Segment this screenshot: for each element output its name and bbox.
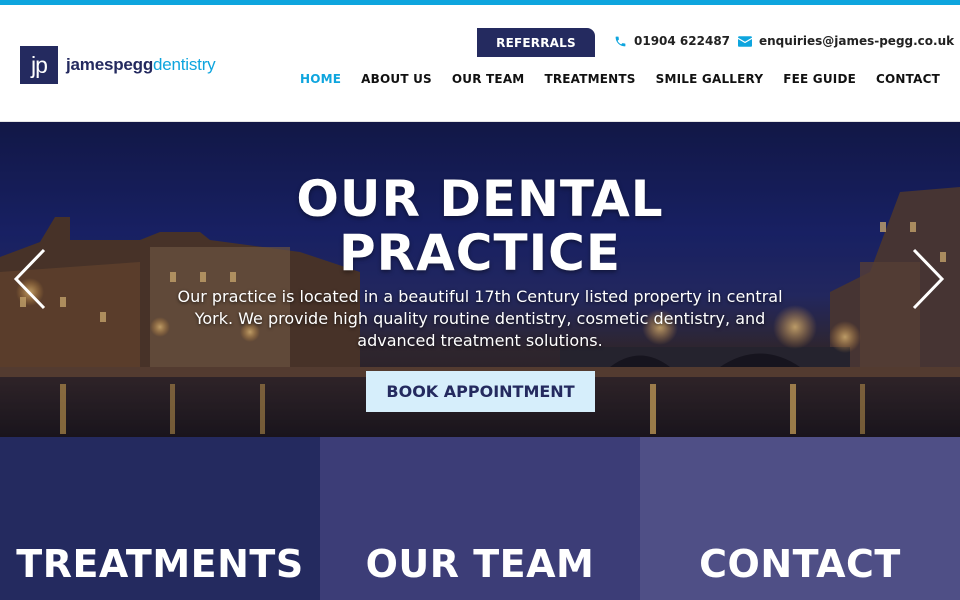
referrals-button[interactable]: REFERRALS — [477, 28, 595, 57]
site-header: jp jamespeggdentistry REFERRALS 01904 62… — [0, 5, 960, 122]
chevron-left-icon[interactable] — [10, 246, 50, 312]
logo-name-part1: jamespegg — [66, 55, 154, 74]
hero-description: Our practice is located in a beautiful 1… — [177, 287, 783, 350]
hero-title-line2: PRACTICE — [338, 224, 622, 282]
nav-item-treatments[interactable]: TREATMENTS — [544, 72, 635, 86]
nav-item-our-team[interactable]: OUR TEAM — [452, 72, 525, 86]
nav-item-home[interactable]: HOME — [300, 72, 341, 86]
tile-treatments[interactable]: TREATMENTS — [0, 437, 320, 600]
chevron-right-icon[interactable] — [908, 246, 948, 312]
hero-title: OUR DENTAL PRACTICE — [0, 172, 960, 280]
nav-item-about-us[interactable]: ABOUT US — [361, 72, 432, 86]
main-nav: HOME ABOUT US OUR TEAM TREATMENTS SMILE … — [300, 72, 940, 86]
book-appointment-button[interactable]: BOOK APPOINTMENT — [366, 371, 595, 412]
phone-icon — [615, 36, 626, 46]
phone-link[interactable]: 01904 622487 — [614, 34, 730, 48]
tile-contact[interactable]: CONTACT — [640, 437, 960, 600]
nav-item-fee-guide[interactable]: FEE GUIDE — [783, 72, 856, 86]
tile-our-team[interactable]: OUR TEAM — [320, 437, 640, 600]
tile-label: CONTACT — [699, 542, 901, 586]
tile-label: OUR TEAM — [365, 542, 595, 586]
logo-name-part2: dentistry — [153, 55, 216, 74]
envelope-icon — [738, 35, 752, 47]
hero-title-line1: OUR DENTAL — [296, 170, 664, 228]
email-link[interactable]: enquiries@james-pegg.co.uk — [738, 34, 954, 48]
nav-item-smile-gallery[interactable]: SMILE GALLERY — [656, 72, 764, 86]
feature-tiles: TREATMENTS OUR TEAM CONTACT — [0, 437, 960, 600]
logo-mark: jp — [20, 46, 58, 84]
logo-wordmark: jamespeggdentistry — [66, 55, 216, 75]
phone-number: 01904 622487 — [634, 34, 731, 48]
nav-item-contact[interactable]: CONTACT — [876, 72, 940, 86]
email-address: enquiries@james-pegg.co.uk — [759, 34, 955, 48]
hero-slider: OUR DENTAL PRACTICE Our practice is loca… — [0, 122, 960, 437]
tile-label: TREATMENTS — [16, 542, 304, 586]
site-logo[interactable]: jp jamespeggdentistry — [20, 46, 216, 84]
